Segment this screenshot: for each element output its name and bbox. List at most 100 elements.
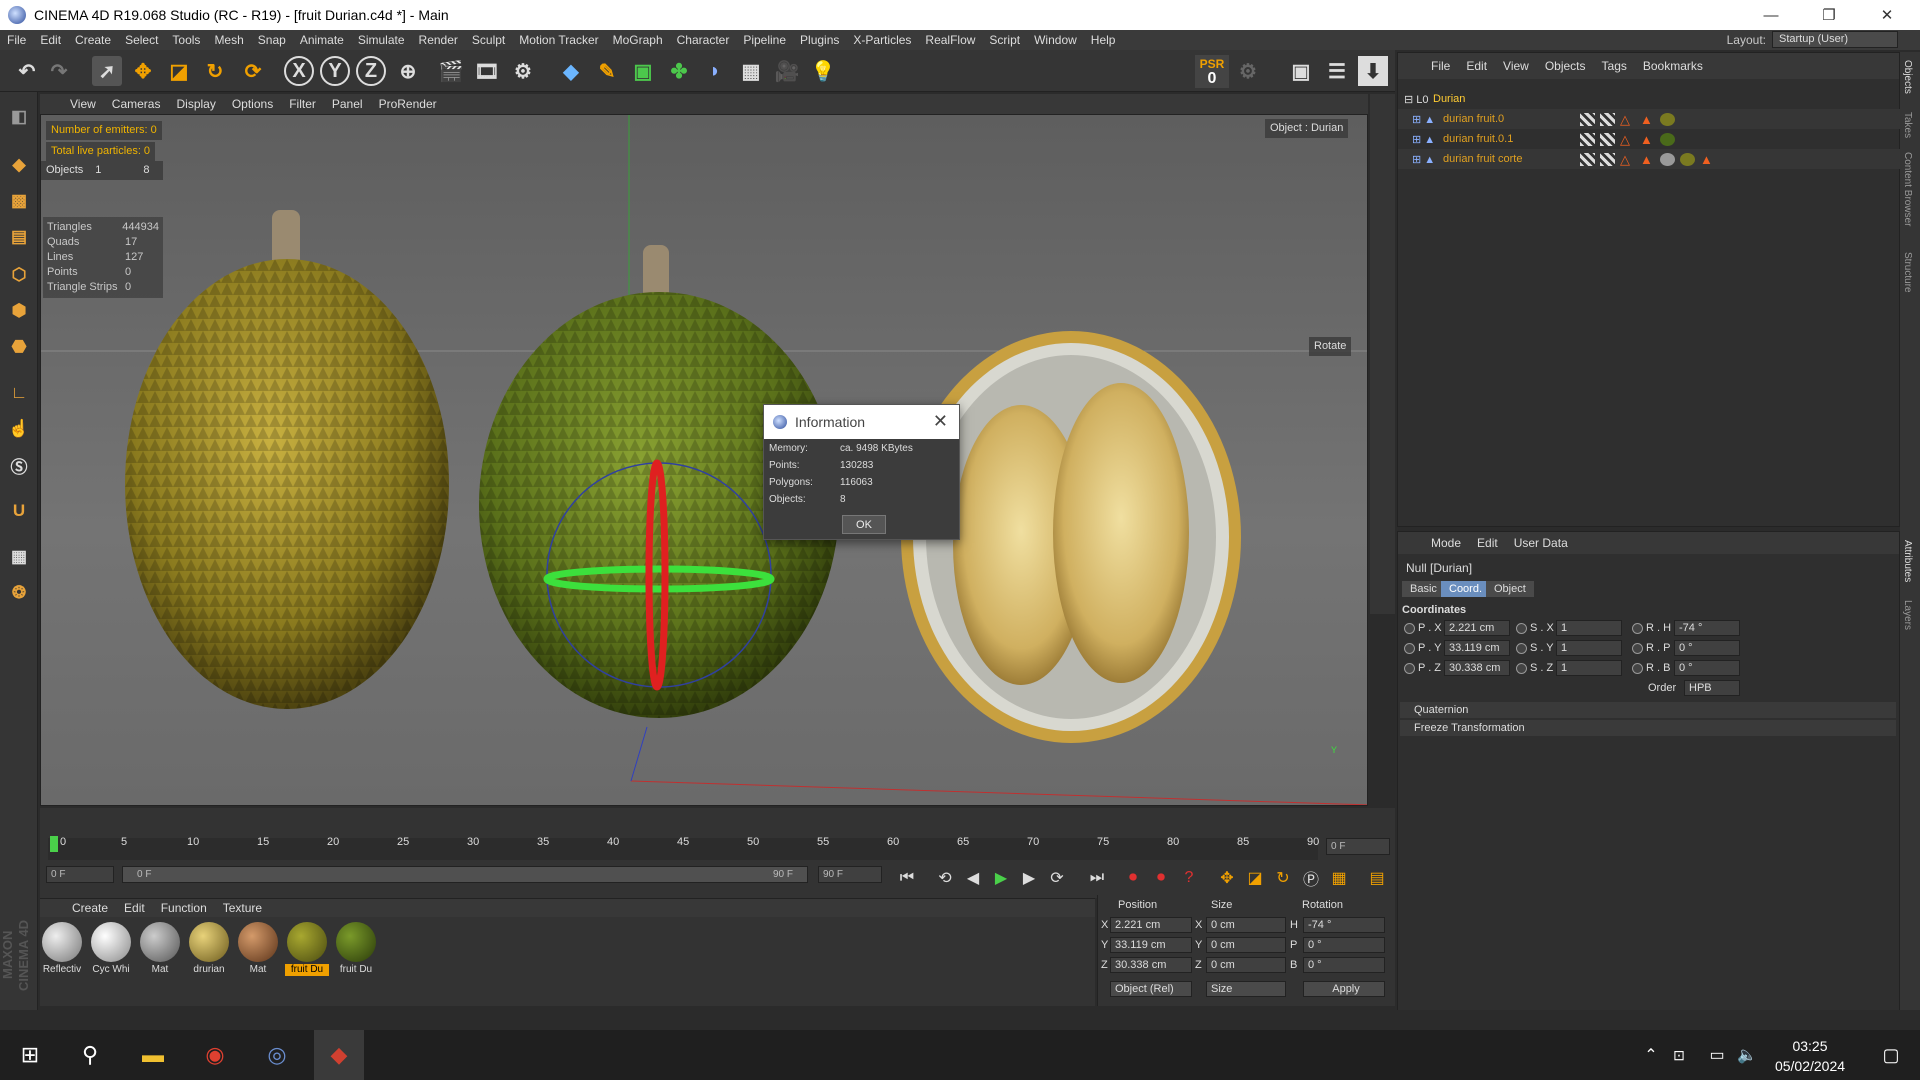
objects-menu-tags[interactable]: Tags [1594, 59, 1635, 73]
texture-tag-icon[interactable] [1580, 132, 1595, 146]
subdivision-surface-icon[interactable]: ▣ [628, 56, 658, 86]
recent-tool-icon[interactable]: ⟳ [238, 56, 268, 86]
object-row-durian[interactable]: ⊟ L0 Durian [1398, 89, 1901, 109]
snap-settings-icon[interactable]: Ⓢ [4, 450, 34, 480]
objects-menu-bookmarks[interactable]: Bookmarks [1635, 59, 1711, 73]
close-button[interactable]: ✕ [1864, 0, 1910, 30]
preview-range-slider[interactable]: 0 F 90 F [122, 866, 808, 883]
render-picture-viewer-icon[interactable]: 🎞 [472, 56, 502, 86]
materials-menu-create[interactable]: Create [64, 901, 116, 915]
menu-pipeline[interactable]: Pipeline [736, 30, 793, 50]
volume-icon[interactable]: 🔈 [1732, 1030, 1762, 1080]
coords-rotation-p[interactable]: 0 ° [1303, 937, 1385, 953]
render-view-icon[interactable]: 🎬 [436, 56, 466, 86]
viewport-menu-cameras[interactable]: Cameras [104, 97, 169, 111]
selection-tag-icon[interactable]: ▲ [1640, 153, 1655, 166]
scale-y-field[interactable]: 1 [1556, 640, 1622, 656]
viewport-menu-filter[interactable]: Filter [281, 97, 324, 111]
coords-size-y[interactable]: 0 cm [1206, 937, 1286, 953]
go-to-start-icon[interactable]: ⏮ [894, 866, 920, 890]
record-icon[interactable]: ⏺ [1120, 866, 1146, 890]
menu-sculpt[interactable]: Sculpt [465, 30, 512, 50]
side-tab-layers[interactable]: Layers [1902, 600, 1913, 630]
tab-basic[interactable]: Basic [1402, 581, 1445, 597]
points-mode-icon[interactable]: ⬡ [4, 260, 34, 290]
menu-render[interactable]: Render [412, 30, 465, 50]
previous-keyframe-icon[interactable]: ⟲ [932, 866, 958, 890]
keyframe-selection-icon[interactable]: ? [1176, 866, 1202, 890]
maximize-button[interactable]: ❐ [1806, 0, 1852, 30]
scale-z-field[interactable]: 1 [1556, 660, 1622, 676]
previous-frame-icon[interactable]: ◀ [960, 866, 986, 890]
coords-size-x[interactable]: 0 cm [1206, 917, 1286, 933]
menu-plugins[interactable]: Plugins [793, 30, 846, 50]
materials-menu-edit[interactable]: Edit [116, 901, 153, 915]
animate-radio-icon[interactable] [1516, 643, 1527, 654]
record-pla-icon[interactable]: ▦ [1326, 866, 1352, 890]
texture-tag-icon[interactable] [1600, 112, 1615, 126]
materials-menu-texture[interactable]: Texture [215, 901, 270, 915]
viewport-menu-panel[interactable]: Panel [324, 97, 371, 111]
coordinate-system-icon[interactable]: ⊕ [393, 56, 423, 86]
live-selection-icon[interactable]: ➚ [92, 56, 122, 86]
side-tab-objects[interactable]: Objects [1902, 60, 1913, 94]
texture-tag-icon[interactable] [1600, 132, 1615, 146]
sculpt-icon[interactable]: ❂ [4, 578, 34, 608]
selection-tag-icon[interactable]: △ [1620, 113, 1635, 126]
menu-script[interactable]: Script [982, 30, 1027, 50]
windows-start-icon[interactable]: ⊞ [5, 1030, 55, 1080]
next-frame-icon[interactable]: ▶ [1016, 866, 1042, 890]
next-keyframe-icon[interactable]: ⟳ [1044, 866, 1070, 890]
material-tag-icon[interactable] [1660, 112, 1675, 126]
texture-tag-icon[interactable] [1580, 152, 1595, 166]
realflow-icon[interactable]: ☰ [1322, 56, 1352, 86]
selection-tag-icon[interactable]: ▲ [1640, 113, 1655, 126]
edges-mode-icon[interactable]: ⬢ [4, 296, 34, 326]
record-scale-icon[interactable]: ◪ [1242, 866, 1268, 890]
download-icon[interactable]: ⬇ [1358, 56, 1388, 86]
redo-icon[interactable]: ↷ [44, 56, 74, 86]
viewport-menu-prorender[interactable]: ProRender [371, 97, 445, 111]
y-axis-lock-button[interactable]: Y [320, 56, 350, 86]
x-axis-lock-button[interactable]: X [284, 56, 314, 86]
notifications-icon[interactable]: ▢ [1866, 1030, 1916, 1080]
play-icon[interactable]: ▶ [988, 866, 1014, 890]
menu-create[interactable]: Create [68, 30, 118, 50]
object-row-durian-fruit-corte[interactable]: ⊞ ▲ durian fruit corte △ ▲ ▲ [1398, 149, 1901, 169]
cinema4d-taskbar-icon[interactable]: ◎ [252, 1030, 302, 1080]
rotate-tool-icon[interactable]: ↻ [200, 56, 230, 86]
taskbar-clock[interactable]: 03:25 05/02/2024 [1760, 1036, 1860, 1076]
tab-coord[interactable]: Coord. [1441, 581, 1491, 597]
record-position-icon[interactable]: ✥ [1214, 866, 1240, 890]
animate-radio-icon[interactable] [1632, 663, 1643, 674]
rotation-p-field[interactable]: 0 ° [1674, 640, 1740, 656]
selection-tag-icon[interactable]: ▲ [1700, 153, 1715, 166]
menu-snap[interactable]: Snap [251, 30, 293, 50]
side-tab-attributes[interactable]: Attributes [1902, 540, 1913, 582]
menu-simulate[interactable]: Simulate [351, 30, 412, 50]
model-mode-icon[interactable]: ◆ [4, 150, 34, 180]
coords-apply-button[interactable]: Apply [1303, 981, 1385, 997]
material-tag-icon[interactable] [1660, 132, 1675, 146]
scale-x-field[interactable]: 1 [1556, 620, 1622, 636]
dialog-ok-button[interactable]: OK [842, 515, 886, 534]
animate-radio-icon[interactable] [1632, 623, 1643, 634]
grid-lock-icon[interactable]: ▦ [4, 542, 34, 572]
animate-radio-icon[interactable] [1516, 663, 1527, 674]
animate-radio-icon[interactable] [1404, 623, 1415, 634]
position-z-field[interactable]: 30.338 cm [1444, 660, 1510, 676]
material-swatch[interactable]: fruit Du [334, 920, 378, 976]
coords-rotation-h[interactable]: -74 ° [1303, 917, 1385, 933]
coords-rotation-b[interactable]: 0 ° [1303, 957, 1385, 973]
menu-animate[interactable]: Animate [293, 30, 351, 50]
selection-tag-icon[interactable]: △ [1620, 133, 1635, 146]
attributes-menu-edit[interactable]: Edit [1469, 536, 1506, 550]
objects-menu-objects[interactable]: Objects [1537, 59, 1594, 73]
deformer-icon[interactable]: ◗ [700, 56, 730, 86]
material-tag-icon[interactable] [1660, 152, 1675, 166]
start-frame-field[interactable]: 0 F [46, 866, 114, 883]
menu-tools[interactable]: Tools [165, 30, 207, 50]
material-swatch[interactable]: drurian [187, 920, 231, 976]
cube-primitive-icon[interactable]: ◆ [556, 56, 586, 86]
snap-icon[interactable]: ⚙ [1233, 56, 1263, 86]
